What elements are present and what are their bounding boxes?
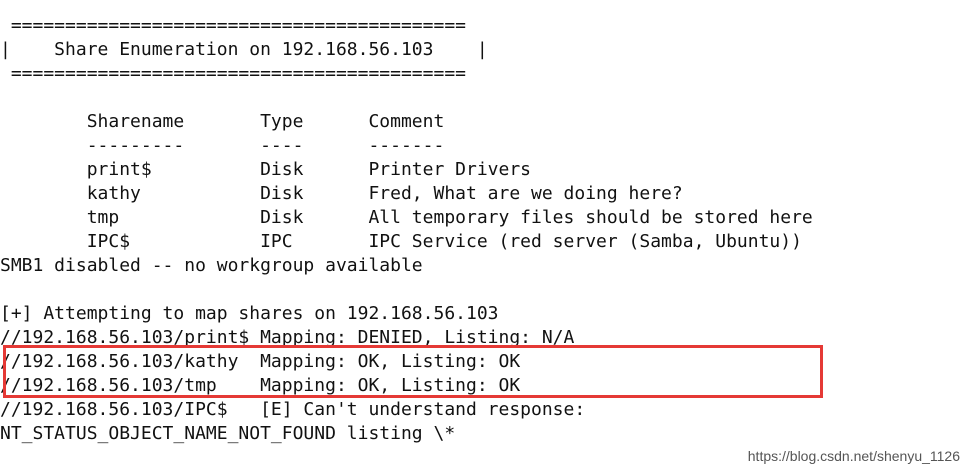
share-table-underline: --------- ---- ------- (0, 135, 445, 156)
banner-top-border: ========================================… (0, 15, 466, 36)
highlight-box (3, 345, 823, 398)
banner-title: | Share Enumeration on 192.168.56.103 | (0, 39, 488, 60)
share-row-ipc: IPC$ IPC IPC Service (red server (Samba,… (0, 231, 802, 252)
mapping-result-ipc: //192.168.56.103/IPC$ [E] Can't understa… (0, 399, 586, 420)
banner-bottom-border: ========================================… (0, 63, 466, 84)
watermark: https://blog.csdn.net/shenyu_1126 (747, 448, 960, 464)
share-row-tmp: tmp Disk All temporary files should be s… (0, 207, 813, 228)
share-table-header: Sharename Type Comment (0, 111, 445, 132)
mapping-result-error: NT_STATUS_OBJECT_NAME_NOT_FOUND listing … (0, 423, 456, 444)
terminal-output: ========================================… (0, 0, 970, 474)
smb1-status-line: SMB1 disabled -- no workgroup available (0, 255, 423, 276)
mapping-attempt-line: [+] Attempting to map shares on 192.168.… (0, 303, 499, 324)
share-row-print: print$ Disk Printer Drivers (0, 159, 532, 180)
share-row-kathy: kathy Disk Fred, What are we doing here? (0, 183, 683, 204)
